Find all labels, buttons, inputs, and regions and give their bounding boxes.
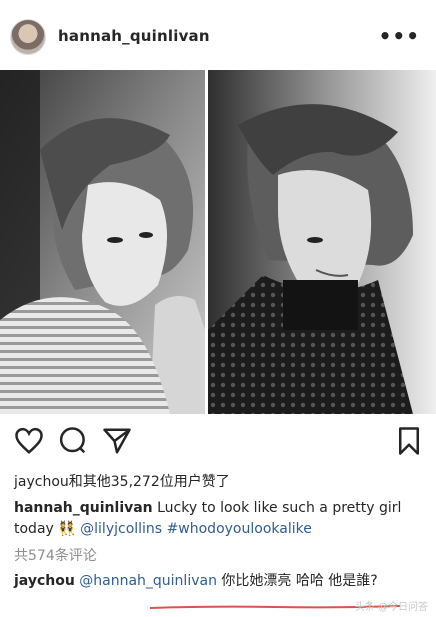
comment-item: jaychou @hannah_quinlivan 你比她漂亮 哈哈 他是誰? <box>14 571 424 592</box>
caption-emoji: 👯 <box>58 521 76 537</box>
caption-hashtag[interactable]: #whodoyoulookalike <box>167 521 312 537</box>
avatar[interactable] <box>10 19 46 55</box>
watermark: 头条 @今日问答 <box>354 602 428 613</box>
more-options-icon[interactable]: ••• <box>379 24 420 48</box>
likes-summary[interactable]: jaychou和其他35,272位用户赞了 <box>14 471 230 491</box>
caption-username[interactable]: hannah_quinlivan <box>14 500 153 516</box>
caption-mention[interactable]: @lilyjcollins <box>80 521 162 537</box>
heart-icon[interactable] <box>14 426 44 456</box>
left-portrait-photo <box>0 70 205 414</box>
comment-text: 你比她漂亮 哈哈 他是誰? <box>221 573 378 589</box>
post-image[interactable] <box>0 70 436 414</box>
bookmark-icon[interactable] <box>394 426 424 456</box>
post-username[interactable]: hannah_quinlivan <box>58 27 210 45</box>
post-header: hannah_quinlivan ••• <box>0 0 436 70</box>
comment-icon[interactable] <box>58 426 88 456</box>
share-icon[interactable] <box>102 426 132 456</box>
right-portrait-photo <box>208 70 436 414</box>
comment-mention[interactable]: @hannah_quinlivan <box>79 573 217 589</box>
post-caption: hannah_quinlivan Lucky to look like such… <box>14 498 424 540</box>
view-comments-link[interactable]: 共574条评论 <box>14 545 97 565</box>
post-actions-bar <box>0 426 436 460</box>
comment-username[interactable]: jaychou <box>14 573 75 589</box>
